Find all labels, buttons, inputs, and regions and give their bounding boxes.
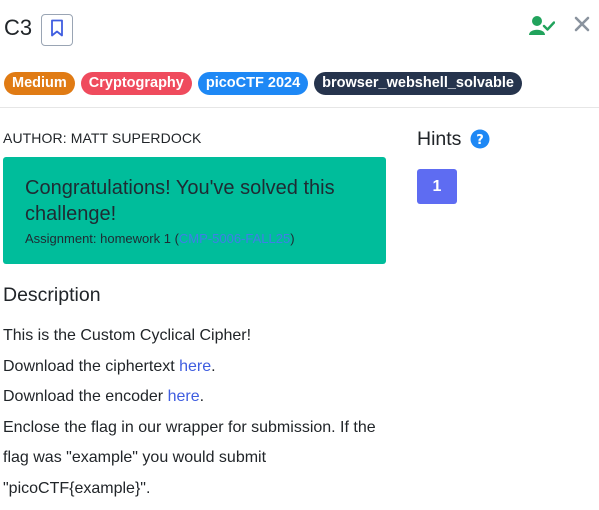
bookmark-button[interactable] (41, 14, 73, 46)
description-line-3: Download the encoder here. (3, 382, 383, 413)
svg-text:?: ? (476, 133, 484, 148)
encoder-text: Download the encoder (3, 388, 168, 405)
course-link[interactable]: CMP-5006-FALL25 (179, 231, 290, 246)
encoder-link[interactable]: here (168, 388, 200, 405)
description-heading: Description (3, 284, 101, 306)
line3-suffix: . (199, 388, 205, 405)
ciphertext-link[interactable]: here (179, 358, 211, 375)
assignment-prefix: Assignment: homework 1 ( (25, 231, 179, 246)
description-line-1: This is the Custom Cyclical Cipher! (3, 327, 252, 344)
tag-difficulty[interactable]: Medium (4, 72, 75, 95)
bookmark-icon (50, 19, 64, 42)
hints-label: Hints (417, 128, 462, 150)
hint-1-button[interactable]: 1 (417, 169, 457, 204)
question-circle-icon[interactable]: ? (470, 129, 490, 154)
tag-event[interactable]: picoCTF 2024 (197, 72, 309, 95)
solved-message: Congratulations! You've solved this chal… (25, 177, 335, 225)
line2-suffix: . (211, 357, 216, 375)
user-check-icon (529, 15, 556, 42)
author-label: AUTHOR: MATT SUPERDOCK (3, 130, 202, 146)
assignment-suffix: ) (290, 231, 295, 246)
solved-banner: Congratulations! You've solved this chal… (3, 157, 386, 264)
close-button[interactable] (573, 15, 591, 38)
ciphertext-text: Download the ciphertext (3, 357, 180, 375)
tag-browser-webshell[interactable]: browser_webshell_solvable (314, 72, 522, 95)
close-icon (573, 16, 591, 37)
tag-list: Medium Cryptography picoCTF 2024 browser… (4, 72, 522, 95)
challenge-title: C3 (4, 15, 33, 40)
header-divider (0, 107, 599, 108)
description-line-2: Download the ciphertext here. (3, 352, 383, 383)
assignment-line: Assignment: homework 1 (CMP-5006-FALL25) (25, 231, 364, 246)
description-body: This is the Custom Cyclical Cipher! Down… (3, 321, 383, 504)
tag-category[interactable]: Cryptography (80, 72, 192, 95)
description-line-4: Enclose the flag in our wrapper for subm… (3, 418, 376, 497)
